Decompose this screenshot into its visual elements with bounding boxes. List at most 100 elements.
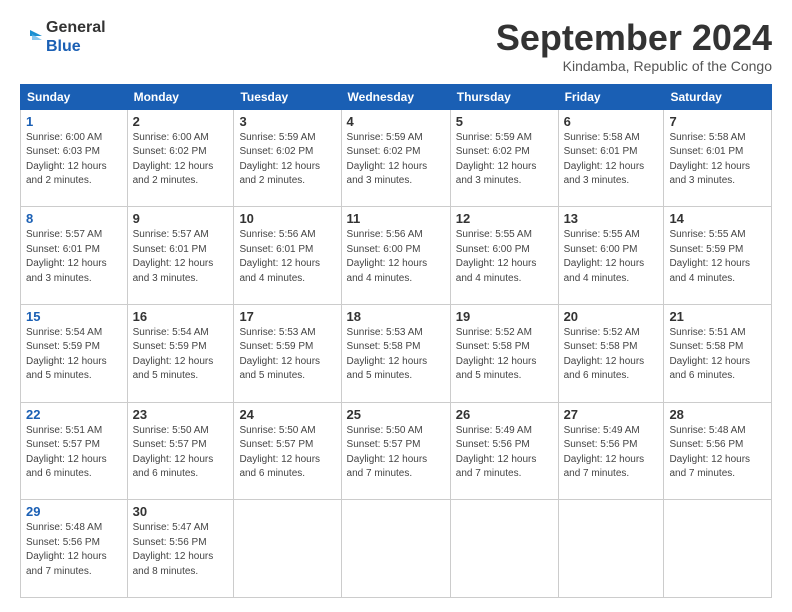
- calendar-cell: 27 Sunrise: 5:49 AM Sunset: 5:56 PM Dayli…: [558, 402, 664, 500]
- day-number: 25: [347, 407, 445, 422]
- day-number: 8: [26, 211, 122, 226]
- day-number: 16: [133, 309, 229, 324]
- calendar-cell: 4 Sunrise: 5:59 AM Sunset: 6:02 PM Daylig…: [341, 109, 450, 207]
- calendar-header-friday: Friday: [558, 84, 664, 109]
- calendar-header-wednesday: Wednesday: [341, 84, 450, 109]
- location: Kindamba, Republic of the Congo: [496, 58, 772, 74]
- calendar-cell: 20 Sunrise: 5:52 AM Sunset: 5:58 PM Dayli…: [558, 304, 664, 402]
- logo-wrapper: General Blue: [20, 18, 106, 56]
- day-number: 28: [669, 407, 766, 422]
- day-number: 18: [347, 309, 445, 324]
- calendar-cell: 7Sunrise: 5:58 AM Sunset: 6:01 PM Daylig…: [664, 109, 772, 207]
- calendar-week-3: 15Sunrise: 5:54 AM Sunset: 5:59 PM Dayli…: [21, 304, 772, 402]
- calendar-cell: 21Sunrise: 5:51 AM Sunset: 5:58 PM Dayli…: [664, 304, 772, 402]
- day-info: Sunrise: 5:51 AM Sunset: 5:57 PM Dayligh…: [26, 424, 122, 482]
- day-info: Sunrise: 5:52 AM Sunset: 5:58 PM Dayligh…: [564, 326, 659, 384]
- day-info: Sunrise: 5:50 AM Sunset: 5:57 PM Dayligh…: [239, 424, 335, 482]
- day-number: 20: [564, 309, 659, 324]
- day-number: 5: [456, 114, 553, 129]
- day-info: Sunrise: 5:55 AM Sunset: 6:00 PM Dayligh…: [456, 228, 553, 286]
- day-info: Sunrise: 5:48 AM Sunset: 5:56 PM Dayligh…: [26, 521, 122, 579]
- calendar-cell: 8 Sunrise: 5:57 AM Sunset: 6:01 PM Daylig…: [21, 207, 128, 305]
- day-info: Sunrise: 5:50 AM Sunset: 5:57 PM Dayligh…: [133, 424, 229, 482]
- calendar-cell: [558, 500, 664, 598]
- day-info: Sunrise: 5:48 AM Sunset: 5:56 PM Dayligh…: [669, 424, 766, 482]
- logo: General Blue: [20, 18, 106, 56]
- day-number: 3: [239, 114, 335, 129]
- calendar-header-sunday: Sunday: [21, 84, 128, 109]
- day-number: 23: [133, 407, 229, 422]
- calendar-cell: [341, 500, 450, 598]
- day-number: 13: [564, 211, 659, 226]
- calendar-header-tuesday: Tuesday: [234, 84, 341, 109]
- calendar-week-4: 22 Sunrise: 5:51 AM Sunset: 5:57 PM Dayli…: [21, 402, 772, 500]
- calendar-cell: 5Sunrise: 5:59 AM Sunset: 6:02 PM Daylig…: [450, 109, 558, 207]
- calendar-cell: 11 Sunrise: 5:56 AM Sunset: 6:00 PM Dayli…: [341, 207, 450, 305]
- day-info: Sunrise: 5:52 AM Sunset: 5:58 PM Dayligh…: [456, 326, 553, 384]
- calendar-table: SundayMondayTuesdayWednesdayThursdayFrid…: [20, 84, 772, 598]
- calendar-header-monday: Monday: [127, 84, 234, 109]
- day-info: Sunrise: 5:47 AM Sunset: 5:56 PM Dayligh…: [133, 521, 229, 579]
- day-info: Sunrise: 5:50 AM Sunset: 5:57 PM Dayligh…: [347, 424, 445, 482]
- calendar-cell: 3Sunrise: 5:59 AM Sunset: 6:02 PM Daylig…: [234, 109, 341, 207]
- title-block: September 2024 Kindamba, Republic of the…: [496, 18, 772, 74]
- day-info: Sunrise: 5:59 AM Sunset: 6:02 PM Dayligh…: [347, 131, 445, 189]
- calendar-cell: 9Sunrise: 5:57 AM Sunset: 6:01 PM Daylig…: [127, 207, 234, 305]
- calendar-cell: 25 Sunrise: 5:50 AM Sunset: 5:57 PM Dayli…: [341, 402, 450, 500]
- calendar-cell: 13 Sunrise: 5:55 AM Sunset: 6:00 PM Dayli…: [558, 207, 664, 305]
- calendar-cell: 18Sunrise: 5:53 AM Sunset: 5:58 PM Dayli…: [341, 304, 450, 402]
- day-number: 2: [133, 114, 229, 129]
- page-header: General Blue September 2024 Kindamba, Re…: [20, 18, 772, 74]
- calendar-cell: 22 Sunrise: 5:51 AM Sunset: 5:57 PM Dayli…: [21, 402, 128, 500]
- calendar-cell: 17Sunrise: 5:53 AM Sunset: 5:59 PM Dayli…: [234, 304, 341, 402]
- day-number: 24: [239, 407, 335, 422]
- calendar-cell: 1 Sunrise: 6:00 AM Sunset: 6:03 PM Daylig…: [21, 109, 128, 207]
- day-info: Sunrise: 5:56 AM Sunset: 6:00 PM Dayligh…: [347, 228, 445, 286]
- calendar-cell: 30 Sunrise: 5:47 AM Sunset: 5:56 PM Dayli…: [127, 500, 234, 598]
- day-info: Sunrise: 5:57 AM Sunset: 6:01 PM Dayligh…: [26, 228, 122, 286]
- day-info: Sunrise: 5:55 AM Sunset: 6:00 PM Dayligh…: [564, 228, 659, 286]
- day-info: Sunrise: 6:00 AM Sunset: 6:02 PM Dayligh…: [133, 131, 229, 189]
- day-info: Sunrise: 5:49 AM Sunset: 5:56 PM Dayligh…: [564, 424, 659, 482]
- logo-line2: Blue: [46, 37, 106, 56]
- calendar-cell: 24 Sunrise: 5:50 AM Sunset: 5:57 PM Dayli…: [234, 402, 341, 500]
- day-number: 14: [669, 211, 766, 226]
- day-number: 9: [133, 211, 229, 226]
- day-number: 10: [239, 211, 335, 226]
- calendar-cell: 14Sunrise: 5:55 AM Sunset: 5:59 PM Dayli…: [664, 207, 772, 305]
- day-number: 19: [456, 309, 553, 324]
- calendar-week-1: 1 Sunrise: 6:00 AM Sunset: 6:03 PM Daylig…: [21, 109, 772, 207]
- day-number: 1: [26, 114, 122, 129]
- calendar-cell: 12 Sunrise: 5:55 AM Sunset: 6:00 PM Dayli…: [450, 207, 558, 305]
- calendar-cell: 2 Sunrise: 6:00 AM Sunset: 6:02 PM Daylig…: [127, 109, 234, 207]
- calendar-week-2: 8 Sunrise: 5:57 AM Sunset: 6:01 PM Daylig…: [21, 207, 772, 305]
- day-info: Sunrise: 6:00 AM Sunset: 6:03 PM Dayligh…: [26, 131, 122, 189]
- calendar-cell: 16Sunrise: 5:54 AM Sunset: 5:59 PM Dayli…: [127, 304, 234, 402]
- day-info: Sunrise: 5:49 AM Sunset: 5:56 PM Dayligh…: [456, 424, 553, 482]
- calendar-header-row: SundayMondayTuesdayWednesdayThursdayFrid…: [21, 84, 772, 109]
- day-number: 11: [347, 211, 445, 226]
- calendar-header-thursday: Thursday: [450, 84, 558, 109]
- day-number: 6: [564, 114, 659, 129]
- calendar-cell: 19 Sunrise: 5:52 AM Sunset: 5:58 PM Dayli…: [450, 304, 558, 402]
- month-title: September 2024: [496, 18, 772, 58]
- calendar-cell: 26Sunrise: 5:49 AM Sunset: 5:56 PM Dayli…: [450, 402, 558, 500]
- day-number: 12: [456, 211, 553, 226]
- day-number: 21: [669, 309, 766, 324]
- logo-text: General Blue: [46, 18, 106, 56]
- day-info: Sunrise: 5:53 AM Sunset: 5:59 PM Dayligh…: [239, 326, 335, 384]
- calendar-cell: 6Sunrise: 5:58 AM Sunset: 6:01 PM Daylig…: [558, 109, 664, 207]
- calendar-header-saturday: Saturday: [664, 84, 772, 109]
- day-number: 27: [564, 407, 659, 422]
- calendar-cell: [450, 500, 558, 598]
- calendar-cell: [664, 500, 772, 598]
- day-number: 7: [669, 114, 766, 129]
- day-number: 4: [347, 114, 445, 129]
- calendar-cell: 28 Sunrise: 5:48 AM Sunset: 5:56 PM Dayli…: [664, 402, 772, 500]
- calendar-week-5: 29Sunrise: 5:48 AM Sunset: 5:56 PM Dayli…: [21, 500, 772, 598]
- day-number: 22: [26, 407, 122, 422]
- day-number: 30: [133, 504, 229, 519]
- calendar-cell: 29Sunrise: 5:48 AM Sunset: 5:56 PM Dayli…: [21, 500, 128, 598]
- calendar-cell: 10Sunrise: 5:56 AM Sunset: 6:01 PM Dayli…: [234, 207, 341, 305]
- day-number: 15: [26, 309, 122, 324]
